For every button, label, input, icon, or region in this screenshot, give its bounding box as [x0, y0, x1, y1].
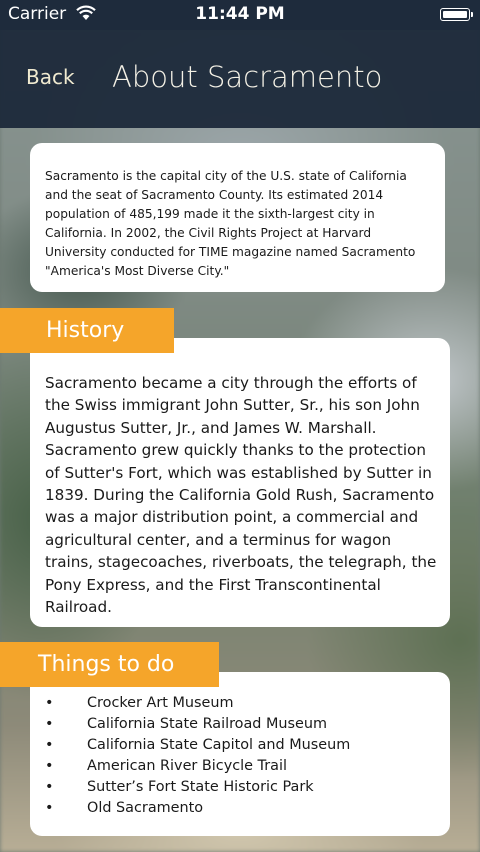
- battery-level: [443, 11, 467, 18]
- intro-card: Sacramento is the capital city of the U.…: [30, 143, 445, 292]
- bullet-icon: •: [45, 779, 54, 795]
- history-heading: History: [0, 308, 174, 353]
- list-item-label: California State Railroad Museum: [87, 716, 328, 732]
- bullet-icon: •: [45, 737, 54, 753]
- bullet-icon: •: [45, 695, 54, 711]
- navigation-bar: Back About Sacramento: [0, 30, 480, 128]
- battery-icon: [440, 8, 473, 21]
- list-item-label: Old Sacramento: [87, 800, 204, 816]
- things-to-do-heading: Things to do: [0, 642, 219, 687]
- bullet-icon: •: [45, 800, 54, 816]
- list-item: • California State Capitol and Museum: [45, 735, 440, 756]
- history-text: Sacramento became a city through the eff…: [45, 374, 437, 617]
- bullet-icon: •: [45, 758, 54, 774]
- list-item-label: Crocker Art Museum: [87, 695, 234, 711]
- list-item: • California State Railroad Museum: [45, 714, 440, 735]
- list-item-label: California State Capitol and Museum: [87, 737, 351, 753]
- clock: 11:44 PM: [195, 4, 285, 24]
- things-to-do-list: • Crocker Art Museum • California State Ra…: [45, 693, 440, 819]
- list-item-label: American River Bicycle Trail: [87, 758, 287, 774]
- bullet-icon: •: [45, 716, 54, 732]
- list-item: • Old Sacramento: [45, 798, 440, 819]
- status-bar: Carrier 11:44 PM: [0, 0, 480, 30]
- things-to-do-card: • Crocker Art Museum • California State Ra…: [30, 672, 450, 836]
- list-item: • Sutter’s Fort State Historic Park: [45, 777, 440, 798]
- back-button[interactable]: Back: [26, 65, 75, 89]
- page-title: About Sacramento: [112, 60, 383, 94]
- list-item: • American River Bicycle Trail: [45, 756, 440, 777]
- list-item-label: Sutter’s Fort State Historic Park: [87, 779, 314, 795]
- list-item: • Crocker Art Museum: [45, 693, 440, 714]
- history-card: Sacramento became a city through the eff…: [30, 338, 450, 627]
- intro-text: Sacramento is the capital city of the U.…: [45, 169, 416, 278]
